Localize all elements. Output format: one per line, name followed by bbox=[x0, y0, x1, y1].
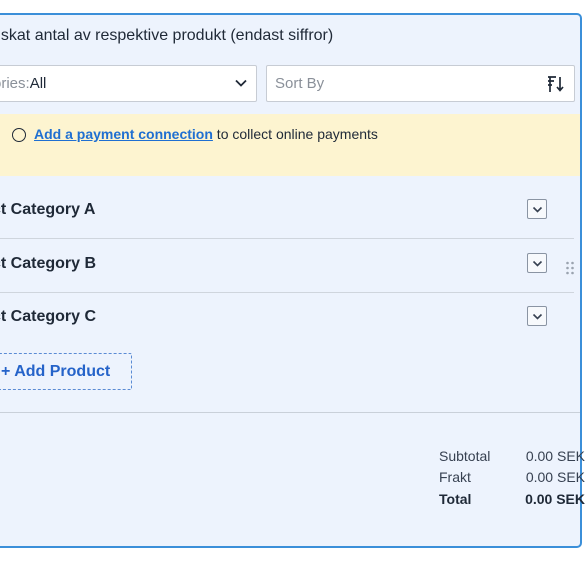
expand-button[interactable] bbox=[527, 306, 547, 326]
category-title: ct Category A bbox=[0, 201, 96, 218]
subtotal-label: Subtotal bbox=[439, 447, 491, 464]
sort-by-select[interactable]: Sort By bbox=[266, 65, 575, 102]
add-payment-connection-link[interactable]: Add a payment connection bbox=[34, 126, 213, 142]
notice-rest-text: to collect online payments bbox=[212, 126, 378, 142]
notice-text: Add a payment connection to collect onli… bbox=[34, 126, 378, 142]
frakt-label: Frakt bbox=[439, 469, 471, 486]
order-totals: Subtotal 0.00 SEK Frakt 0.00 SEK Total 0… bbox=[439, 445, 585, 510]
subtotal-row: Subtotal 0.00 SEK bbox=[439, 445, 585, 467]
expand-button[interactable] bbox=[527, 199, 547, 219]
field-question: nskat antal av respektive produkt (endas… bbox=[0, 27, 334, 44]
categories-select[interactable]: ories: All bbox=[0, 65, 257, 102]
category-row-b[interactable]: ct Category B bbox=[0, 239, 574, 293]
subtotal-value: 0.00 SEK bbox=[525, 447, 585, 464]
payment-notice: Add a payment connection to collect onli… bbox=[0, 114, 580, 176]
categories-select-value: All bbox=[29, 75, 47, 92]
add-product-button[interactable]: + Add Product bbox=[0, 353, 132, 390]
frakt-row: Frakt 0.00 SEK bbox=[439, 467, 585, 489]
divider bbox=[0, 412, 580, 413]
notice-circle-icon bbox=[12, 128, 26, 142]
categories-select-prefix: ories: bbox=[0, 75, 30, 92]
total-row: Total 0.00 SEK bbox=[439, 488, 585, 510]
category-row-c[interactable]: ct Category C bbox=[0, 292, 574, 345]
sort-by-placeholder: Sort By bbox=[275, 75, 325, 92]
chevron-down-icon bbox=[532, 313, 542, 320]
chevron-down-icon bbox=[532, 206, 542, 213]
frakt-value: 0.00 SEK bbox=[525, 469, 585, 486]
category-title: ct Category C bbox=[0, 308, 97, 325]
total-label: Total bbox=[439, 490, 472, 507]
category-title: ct Category B bbox=[0, 255, 97, 272]
expand-button[interactable] bbox=[527, 253, 547, 273]
drag-handle-icon[interactable] bbox=[565, 260, 575, 276]
sort-icon bbox=[548, 76, 564, 92]
category-row-a[interactable]: ct Category A bbox=[0, 185, 574, 239]
total-value: 0.00 SEK bbox=[525, 490, 585, 507]
chevron-down-icon bbox=[532, 260, 542, 267]
chevron-down-icon bbox=[235, 79, 247, 87]
